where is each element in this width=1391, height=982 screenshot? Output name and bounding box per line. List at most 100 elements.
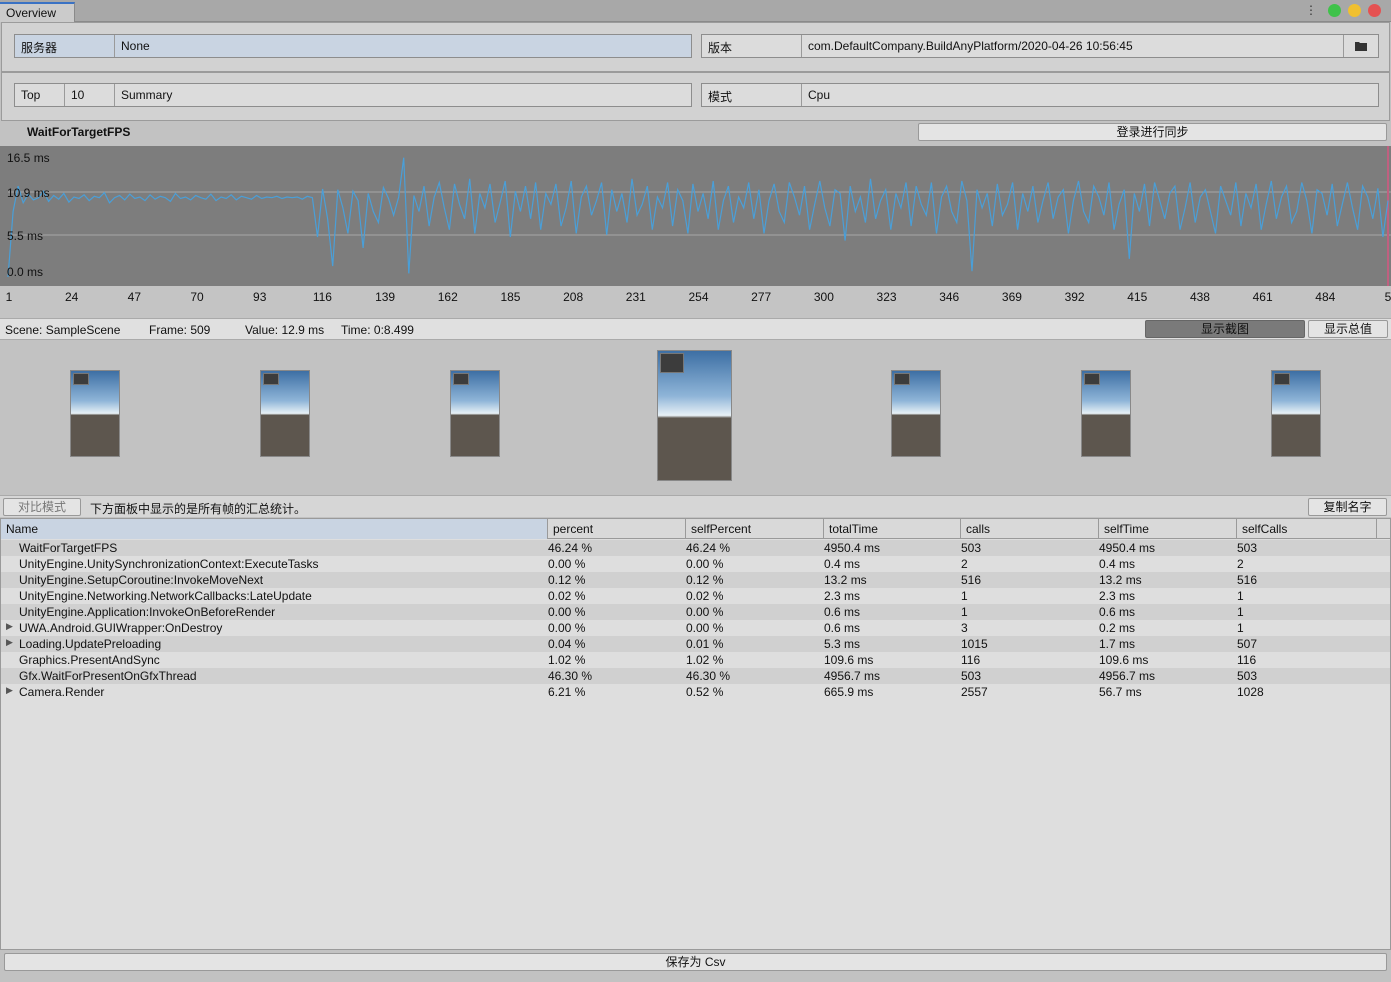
frame-thumbnail-selected[interactable] bbox=[657, 350, 732, 481]
column-header-name[interactable]: Name bbox=[1, 519, 548, 539]
server-field[interactable]: 服务器 None bbox=[14, 34, 692, 58]
frame-thumbnail[interactable] bbox=[1271, 370, 1321, 457]
expand-arrow-icon[interactable]: ▶ bbox=[6, 621, 13, 632]
column-header-percent[interactable]: percent bbox=[548, 519, 686, 539]
cell-percent: 0.00 % bbox=[548, 557, 586, 571]
cell-calls: 2 bbox=[961, 557, 968, 571]
table-row[interactable]: ▶ Camera.Render 6.21 % 0.52 % 665.9 ms 2557 56… bbox=[1, 684, 1390, 700]
column-header-selfpercent[interactable]: selfPercent bbox=[686, 519, 824, 539]
x-tick-label: 139 bbox=[375, 290, 396, 304]
table-row[interactable]: Graphics.PresentAndSync 1.02 % 1.02 % 109.6… bbox=[1, 652, 1390, 668]
frame-chart-svg[interactable] bbox=[0, 146, 1391, 286]
cell-name: Camera.Render bbox=[19, 685, 105, 699]
cell-calls: 1 bbox=[961, 589, 968, 603]
x-tick-label: 1 bbox=[5, 290, 13, 304]
x-tick-label: 5 bbox=[1384, 290, 1391, 304]
cell-totaltime: 0.4 ms bbox=[824, 557, 861, 571]
y-tick-label: 10.9 ms bbox=[7, 186, 50, 200]
table-row[interactable]: UnityEngine.SetupCoroutine:InvokeMoveNex… bbox=[1, 572, 1390, 588]
cell-name: UnityEngine.UnitySynchronizationContext:… bbox=[19, 557, 319, 571]
cell-selfcalls: 503 bbox=[1237, 541, 1258, 555]
cell-selfpercent: 46.30 % bbox=[686, 669, 731, 683]
table-toolbar: 对比模式 下方面板中显示的是所有帧的汇总统计。 复制名字 bbox=[0, 495, 1391, 517]
version-field[interactable]: 版本 com.DefaultCompany.BuildAnyPlatform/2… bbox=[701, 34, 1379, 58]
table-row[interactable]: ▶ Loading.UpdatePreloading 0.04 % 0.01 % 5.3… bbox=[1, 636, 1390, 652]
cell-name: UnityEngine.Application:InvokeOnBeforeRe… bbox=[19, 605, 276, 619]
x-tick-label: 116 bbox=[312, 290, 332, 304]
frame-thumbnail[interactable] bbox=[891, 370, 941, 457]
table-row[interactable]: UnityEngine.Application:InvokeOnBeforeRe… bbox=[1, 604, 1390, 620]
version-label: 版本 bbox=[702, 35, 802, 57]
tab-overview[interactable]: Overview bbox=[0, 2, 75, 22]
cell-calls: 503 bbox=[961, 669, 982, 683]
cell-name: WaitForTargetFPS bbox=[19, 541, 118, 555]
top-field[interactable]: Top 10 Summary bbox=[14, 83, 692, 107]
cell-name: Gfx.WaitForPresentOnGfxThread bbox=[19, 669, 197, 683]
table-row[interactable]: UnityEngine.UnitySynchronizationContext:… bbox=[1, 556, 1390, 572]
table-row[interactable]: ▶ UWA.Android.GUIWrapper:OnDestroy 0.00 % 0… bbox=[1, 620, 1390, 636]
cell-selftime: 2.3 ms bbox=[1099, 589, 1136, 603]
minimize-dot-icon[interactable] bbox=[1348, 4, 1361, 17]
mode-label: 模式 bbox=[702, 84, 802, 106]
save-csv-button[interactable]: 保存为 Csv bbox=[4, 953, 1387, 971]
x-tick-label: 392 bbox=[1064, 290, 1085, 304]
table-header: Name percent selfPercent totalTime calls… bbox=[1, 519, 1390, 539]
x-tick-label: 277 bbox=[751, 290, 772, 304]
expand-arrow-icon[interactable]: ▶ bbox=[6, 685, 13, 696]
cell-selftime: 0.6 ms bbox=[1099, 605, 1136, 619]
cell-percent: 0.00 % bbox=[548, 621, 586, 635]
show-screenshot-toggle[interactable]: 显示截图 bbox=[1145, 320, 1305, 338]
cell-calls: 516 bbox=[961, 573, 982, 587]
cell-selfpercent: 0.52 % bbox=[686, 685, 724, 699]
column-header-totaltime[interactable]: totalTime bbox=[824, 519, 961, 539]
cell-calls: 2557 bbox=[961, 685, 988, 699]
x-tick-label: 231 bbox=[625, 290, 646, 304]
column-header-selftime[interactable]: selfTime bbox=[1099, 519, 1237, 539]
cell-totaltime: 4950.4 ms bbox=[824, 541, 881, 555]
summary-select[interactable]: Summary bbox=[115, 84, 691, 106]
table-row[interactable]: UnityEngine.Networking.NetworkCallbacks:… bbox=[1, 588, 1390, 604]
frame-chart[interactable] bbox=[0, 146, 1391, 286]
value-text: Value: 12.9 ms bbox=[245, 323, 325, 337]
cell-selfpercent: 46.24 % bbox=[686, 541, 731, 555]
cell-selfcalls: 1028 bbox=[1237, 685, 1264, 699]
mode-select[interactable]: Cpu bbox=[802, 84, 1378, 106]
cell-selfcalls: 1 bbox=[1237, 605, 1244, 619]
cell-percent: 6.21 % bbox=[548, 685, 586, 699]
cell-selftime: 13.2 ms bbox=[1099, 573, 1142, 587]
frame-thumbnail[interactable] bbox=[70, 370, 120, 457]
mode-field[interactable]: 模式 Cpu bbox=[701, 83, 1379, 107]
frame-thumbnail[interactable] bbox=[260, 370, 310, 457]
expand-arrow-icon[interactable]: ▶ bbox=[6, 637, 13, 648]
copy-name-button[interactable]: 复制名字 bbox=[1308, 498, 1387, 516]
column-header-selfcalls[interactable]: selfCalls bbox=[1237, 519, 1377, 539]
x-tick-label: 484 bbox=[1315, 290, 1336, 304]
version-value[interactable]: com.DefaultCompany.BuildAnyPlatform/2020… bbox=[802, 35, 1344, 57]
server-value[interactable]: None bbox=[115, 35, 691, 57]
cell-calls: 1015 bbox=[961, 637, 988, 651]
y-tick-label: 5.5 ms bbox=[7, 229, 44, 243]
x-tick-label: 93 bbox=[253, 290, 267, 304]
cell-calls: 503 bbox=[961, 541, 982, 555]
more-menu-icon[interactable]: ⋮ bbox=[1305, 4, 1317, 17]
close-dot-icon[interactable] bbox=[1368, 4, 1381, 17]
scene-text: Scene: SampleScene bbox=[5, 323, 121, 337]
folder-icon[interactable] bbox=[1344, 35, 1378, 57]
chart-title: WaitForTargetFPS bbox=[27, 125, 131, 139]
x-tick-label: 185 bbox=[500, 290, 521, 304]
frame-thumbnail[interactable] bbox=[450, 370, 500, 457]
top-count-input[interactable]: 10 bbox=[65, 84, 115, 106]
sync-button[interactable]: 登录进行同步 bbox=[918, 123, 1387, 141]
table-row[interactable]: WaitForTargetFPS 46.24 % 46.24 % 4950.4 ms 5… bbox=[1, 540, 1390, 556]
cell-percent: 0.04 % bbox=[548, 637, 586, 651]
cell-selfpercent: 0.00 % bbox=[686, 557, 724, 571]
y-tick-label: 16.5 ms bbox=[7, 151, 50, 165]
cell-totaltime: 0.6 ms bbox=[824, 621, 861, 635]
show-total-button[interactable]: 显示总值 bbox=[1308, 320, 1388, 338]
compare-mode-button[interactable]: 对比模式 bbox=[3, 498, 81, 516]
maximize-dot-icon[interactable] bbox=[1328, 4, 1341, 17]
cell-selfcalls: 1 bbox=[1237, 621, 1244, 635]
frame-thumbnail[interactable] bbox=[1081, 370, 1131, 457]
table-row[interactable]: Gfx.WaitForPresentOnGfxThread 46.30 % 46.3… bbox=[1, 668, 1390, 684]
column-header-calls[interactable]: calls bbox=[961, 519, 1099, 539]
